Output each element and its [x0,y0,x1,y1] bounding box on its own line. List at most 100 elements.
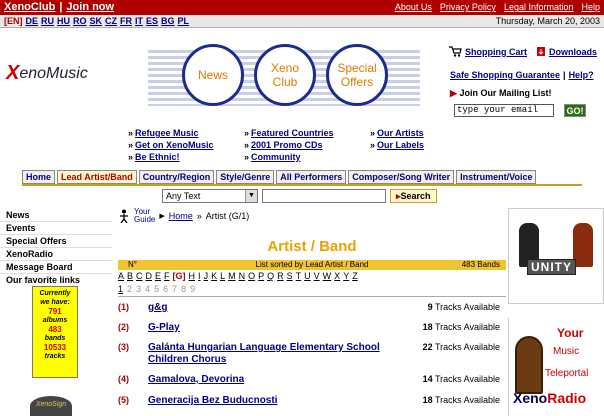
tracks-label: tracks [44,353,66,360]
tab-style-genre[interactable]: Style/Genre [216,170,275,184]
nav-divider [0,273,112,274]
artist-link[interactable]: Galánta Hungarian Language Elementary Sc… [148,342,388,366]
lang-bg[interactable]: BG [161,16,175,26]
artist-link[interactable]: G-Play [148,322,180,334]
letter-w[interactable]: W [323,271,332,281]
lang-ro[interactable]: RO [73,16,87,26]
search-field-select[interactable]: Any Text ▼ [162,189,258,203]
shopping-cart-link[interactable]: Shopping Cart [448,46,527,57]
nav-special-offers[interactable]: Special Offers [6,236,67,246]
letter-s[interactable]: S [287,271,293,281]
help-link[interactable]: Help [581,2,600,12]
tab-lead-artist-band[interactable]: Lead Artist/Band [57,170,137,184]
letter-x[interactable]: X [334,271,340,281]
featured-countries-link[interactable]: Featured Countries [251,128,334,138]
be-ethnic-link[interactable]: Be Ethnic! [135,152,180,162]
letter-c[interactable]: C [136,271,143,281]
letter-i[interactable]: I [198,271,201,281]
letter-o[interactable]: O [248,271,255,281]
lang-hu[interactable]: HU [57,16,70,26]
safe-shopping-link[interactable]: Safe Shopping Guarantee [450,70,560,80]
community-link[interactable]: Community [251,152,301,162]
special-offers-circle-button[interactable]: Special Offers [326,44,388,106]
letter-r[interactable]: R [277,271,284,281]
legal-information-link[interactable]: Legal Information [504,2,574,12]
tab-instrument-voice[interactable]: Instrument/Voice [456,170,537,184]
about-us-link[interactable]: About Us [395,2,432,12]
tab-home[interactable]: Home [22,170,56,184]
artist-link[interactable]: Generacija Bez Buducnosti [148,395,277,407]
lang-de[interactable]: DE [26,16,39,26]
letter-p[interactable]: P [258,271,264,281]
tab-country-region[interactable]: Country/Region [138,170,215,184]
nav-news[interactable]: News [6,210,30,220]
breadcrumb-home-link[interactable]: Home [169,211,193,221]
xenoradio-brand: XenoRadio [513,390,587,406]
lang-pl[interactable]: PL [178,16,190,26]
xeno-club-circle-button[interactable]: Xeno Club [254,44,316,106]
catalog-counter: Currently we have: 791 albums 483 bands … [32,286,78,378]
list-sort-label: List sorted by Lead Artist / Band [255,260,369,269]
tab-all-performers[interactable]: All Performers [276,170,347,184]
help-question-link[interactable]: Help? [569,70,594,80]
artist-link[interactable]: g&g [148,302,167,314]
tab-composer-song-writer[interactable]: Composer/Song Writer [348,170,455,184]
lang-sk[interactable]: SK [90,16,103,26]
letter-v[interactable]: V [314,271,320,281]
letter-k[interactable]: K [211,271,217,281]
letter-z[interactable]: Z [352,271,358,281]
get-on-xenomusic-link[interactable]: Get on XenoMusic [135,140,214,150]
letter-e[interactable]: E [155,271,161,281]
join-now-link[interactable]: Join now [66,1,114,13]
letter-a[interactable]: A [118,271,124,281]
page-7-link[interactable]: 7 [172,284,177,294]
refugee-music-link[interactable]: Refugee Music [135,128,199,138]
xenoradio-ad[interactable]: Your Music Teleportal XenoRadio [508,318,604,416]
unity-ad[interactable]: UNITY [508,208,604,304]
letter-l[interactable]: L [220,271,225,281]
privacy-policy-link[interactable]: Privacy Policy [440,2,496,12]
lang-fr[interactable]: FR [120,16,132,26]
nav-xenoradio[interactable]: XenoRadio [6,249,53,259]
letter-n[interactable]: N [239,271,246,281]
letter-b[interactable]: B [127,271,133,281]
search-input[interactable] [262,189,386,203]
downloads-link[interactable]: Downloads [536,46,597,57]
page-2-link[interactable]: 2 [127,284,132,294]
nav-message-board[interactable]: Message Board [6,262,73,272]
page-5-link[interactable]: 5 [154,284,159,294]
promo-cds-link[interactable]: 2001 Promo CDs [251,140,323,150]
letter-m[interactable]: M [228,271,236,281]
lang-it[interactable]: IT [135,16,143,26]
nav-favorite-links[interactable]: Our favorite links [6,275,80,285]
page-9-link[interactable]: 9 [190,284,195,294]
letter-f[interactable]: F [164,271,170,281]
mailing-list-label: Join Our Mailing List! [459,88,552,98]
lang-cz[interactable]: CZ [105,16,117,26]
letter-t[interactable]: T [296,271,302,281]
letter-h[interactable]: H [189,271,196,281]
lang-ru[interactable]: RU [41,16,54,26]
page-4-link[interactable]: 4 [145,284,150,294]
email-input[interactable]: type your email [454,104,554,117]
go-button[interactable]: GO! [564,104,586,117]
letter-j[interactable]: J [204,271,209,281]
radio-icon [515,336,543,394]
xenomusic-logo[interactable]: X enoMusic [6,62,88,85]
nav-events[interactable]: Events [6,223,36,233]
page-6-link[interactable]: 6 [163,284,168,294]
page-3-link[interactable]: 3 [136,284,141,294]
page-8-link[interactable]: 8 [181,284,186,294]
letter-u[interactable]: U [304,271,311,281]
lang-es[interactable]: ES [146,16,158,26]
artist-link[interactable]: Gamalova, Devorina [148,374,244,386]
xenoclub-link[interactable]: XenoClub [4,1,55,13]
letter-q[interactable]: Q [267,271,274,281]
search-button[interactable]: ▸Search [390,189,437,203]
bottom-logo[interactable]: XenoSign [30,396,72,416]
letter-y[interactable]: Y [343,271,349,281]
our-artists-link[interactable]: Our Artists [377,128,424,138]
our-labels-link[interactable]: Our Labels [377,140,424,150]
letter-d[interactable]: D [146,271,153,281]
news-circle-button[interactable]: News [182,44,244,106]
